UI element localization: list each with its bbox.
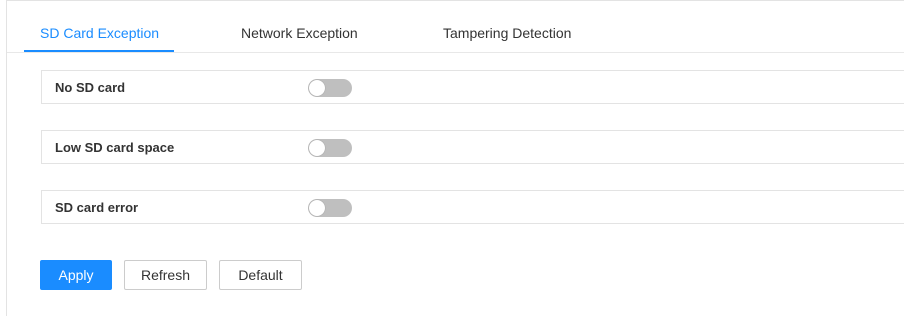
- refresh-button[interactable]: Refresh: [124, 260, 207, 290]
- setting-label-low-sd-card-space: Low SD card space: [55, 140, 175, 155]
- low-sd-card-space-toggle[interactable]: [308, 139, 352, 157]
- tab-sd-card-exception[interactable]: SD Card Exception: [40, 25, 159, 41]
- default-button[interactable]: Default: [219, 260, 302, 290]
- sd-card-error-toggle[interactable]: [308, 199, 352, 217]
- sd-card-exception-panel: SD Card Exception Network Exception Tamp…: [6, 0, 904, 316]
- active-tab-indicator: [24, 50, 174, 52]
- setting-label-sd-card-error: SD card error: [55, 200, 139, 215]
- setting-row-no-sd-card: No SD card: [41, 70, 904, 104]
- setting-row-low-sd-card-space: Low SD card space: [41, 130, 904, 164]
- toggle-knob: [309, 140, 325, 156]
- tab-tampering-detection[interactable]: Tampering Detection: [443, 25, 571, 41]
- no-sd-card-toggle[interactable]: [308, 79, 352, 97]
- setting-label-no-sd-card: No SD card: [55, 80, 126, 95]
- tab-bar: SD Card Exception Network Exception Tamp…: [7, 1, 904, 53]
- toggle-knob: [309, 200, 325, 216]
- tab-network-exception[interactable]: Network Exception: [241, 25, 358, 41]
- apply-button[interactable]: Apply: [40, 260, 112, 290]
- setting-row-sd-card-error: SD card error: [41, 190, 904, 224]
- toggle-knob: [309, 80, 325, 96]
